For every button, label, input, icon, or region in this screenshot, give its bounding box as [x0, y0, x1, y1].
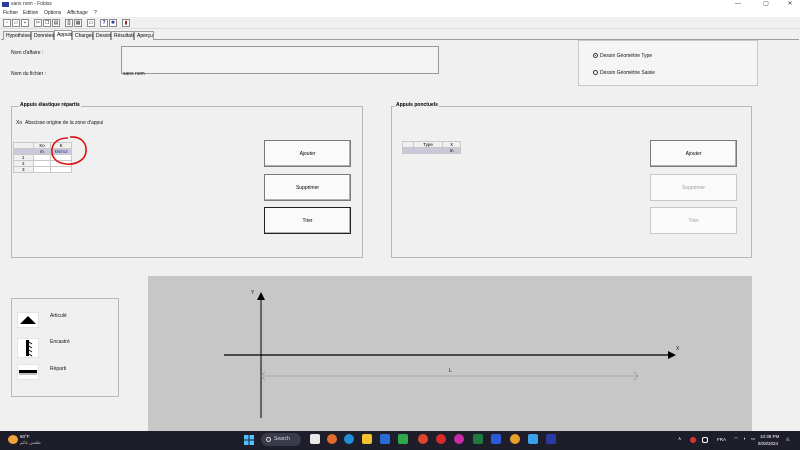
- window-title: sans nom - Fobiss: [11, 1, 52, 7]
- radio-geometrie-type[interactable]: [593, 53, 598, 58]
- volume-icon[interactable]: ◖: [743, 436, 746, 441]
- weather-text: طقس غائم: [20, 440, 41, 445]
- tray-window-icon[interactable]: [702, 437, 708, 443]
- y-axis-label: Y: [251, 290, 255, 296]
- app-icon: [2, 2, 9, 7]
- app-orange-icon[interactable]: [510, 434, 520, 444]
- file-value: sans nom: [123, 71, 145, 77]
- opera-icon[interactable]: [436, 434, 446, 444]
- paste-icon[interactable]: ▤: [52, 19, 60, 27]
- preview-icon[interactable]: ▦: [74, 19, 82, 27]
- book-icon[interactable]: ▮: [122, 19, 130, 27]
- row-index: 3: [13, 166, 34, 173]
- tab-apercu[interactable]: Aperçu: [134, 31, 154, 40]
- chevron-up-icon[interactable]: ∧: [678, 436, 681, 442]
- save-icon[interactable]: ▪: [21, 19, 29, 27]
- fobiss-app-icon[interactable]: [546, 434, 556, 444]
- unit-type: [412, 147, 444, 154]
- wifi-icon[interactable]: ◠: [734, 436, 738, 442]
- close-button[interactable]: ✕: [780, 0, 800, 9]
- clock-time[interactable]: 10:38 PM: [760, 434, 779, 439]
- file-label: Nom du fichier :: [11, 71, 47, 77]
- menu-help[interactable]: ?: [94, 10, 97, 16]
- radio-geometrie-saisie[interactable]: [593, 70, 598, 75]
- point-sort-button[interactable]: Trier: [650, 207, 737, 234]
- x-axis-label: X: [676, 346, 680, 352]
- open-icon[interactable]: ▱: [12, 19, 20, 27]
- name-label: Nom d'affaire :: [11, 50, 44, 56]
- radio-geometrie-type-label: Dessin Géométrie Type: [600, 53, 653, 59]
- minimize-button[interactable]: —: [728, 0, 748, 9]
- language-indicator[interactable]: FRA: [717, 437, 726, 442]
- excel-icon[interactable]: [473, 434, 483, 444]
- elastic-hint-text: Abscisse origine de la zone d'appui: [25, 120, 104, 126]
- drawing-options-box: [578, 40, 758, 86]
- distributed-support-icon: [17, 364, 39, 380]
- menu-bar: [0, 9, 800, 17]
- weather-icon: [8, 435, 18, 444]
- legend-reparti-label: Réparti: [50, 366, 67, 372]
- page-icon[interactable]: ▭: [87, 19, 95, 27]
- fixed-support-icon: [17, 338, 39, 358]
- title-bar: [0, 0, 800, 9]
- axes-drawing: [224, 292, 676, 418]
- units-row-header: [402, 147, 414, 154]
- legend-articule-label: Articulé: [50, 313, 67, 319]
- windows-start-icon[interactable]: [244, 435, 254, 445]
- length-label: L: [449, 368, 452, 374]
- help-icon[interactable]: ?: [100, 19, 108, 27]
- clock-date[interactable]: 9/28/2024: [758, 441, 778, 446]
- menu-fichier[interactable]: Fichier: [3, 10, 18, 16]
- tab-dessin[interactable]: Dessin: [93, 31, 111, 40]
- tab-resultats[interactable]: Résultats: [111, 31, 135, 40]
- elastic-supports-title: Appuis élastique répartis: [19, 102, 81, 108]
- file-explorer-icon[interactable]: [362, 434, 372, 444]
- menu-options[interactable]: Options: [44, 10, 61, 16]
- settings-icon[interactable]: ✱: [109, 19, 117, 27]
- tab-charges[interactable]: Charges: [72, 31, 94, 40]
- copilot-icon[interactable]: [327, 434, 337, 444]
- unit-x: m: [442, 147, 461, 154]
- menu-edition[interactable]: Edition: [23, 10, 38, 16]
- copy-icon[interactable]: ❐: [43, 19, 51, 27]
- annotation-circle: [51, 136, 87, 165]
- elastic-delete-button[interactable]: Supprimer: [264, 174, 351, 201]
- notification-bell-icon[interactable]: ◬: [786, 436, 789, 442]
- radio-geometrie-saisie-label: Dessin Géométrie Saisie: [600, 70, 656, 76]
- tab-appuis[interactable]: Appuis: [54, 30, 72, 40]
- new-icon[interactable]: ▫: [3, 19, 11, 27]
- app-pink-icon[interactable]: [454, 434, 464, 444]
- maximize-button[interactable]: ▢: [756, 0, 776, 9]
- name-field[interactable]: [121, 46, 439, 74]
- hinge-support-icon: [17, 312, 39, 328]
- menu-affichage[interactable]: Affichage: [67, 10, 88, 16]
- tray-app-icon[interactable]: [690, 437, 696, 443]
- battery-icon[interactable]: ▭: [751, 436, 755, 442]
- toolbar: [0, 17, 800, 29]
- point-add-button[interactable]: Ajouter: [650, 140, 737, 167]
- elastic-add-button[interactable]: Ajouter: [264, 140, 351, 167]
- word-icon[interactable]: [491, 434, 501, 444]
- tab-donnees[interactable]: Données: [31, 31, 54, 40]
- photos-icon[interactable]: [528, 434, 538, 444]
- search-icon: [266, 437, 271, 442]
- tab-hypotheses[interactable]: Hypothèses: [3, 31, 32, 40]
- elastic-hint-key: Xo: [16, 120, 23, 126]
- chrome-icon[interactable]: [418, 434, 428, 444]
- app-green-icon[interactable]: [398, 434, 408, 444]
- weather-temp: 60°F: [20, 434, 30, 439]
- cut-icon[interactable]: ✂: [34, 19, 42, 27]
- task-view-icon[interactable]: [310, 434, 320, 444]
- legend-encastre-label: Encastré: [50, 339, 70, 345]
- edge-icon[interactable]: [344, 434, 354, 444]
- print-icon[interactable]: ⎙: [65, 19, 73, 27]
- point-supports-title: Appuis ponctuels: [395, 102, 439, 108]
- point-delete-button[interactable]: Supprimer: [650, 174, 737, 201]
- elastic-sort-button[interactable]: Trier: [264, 207, 351, 234]
- store-icon[interactable]: [380, 434, 390, 444]
- point-supports-grid[interactable]: Type X m: [402, 141, 461, 154]
